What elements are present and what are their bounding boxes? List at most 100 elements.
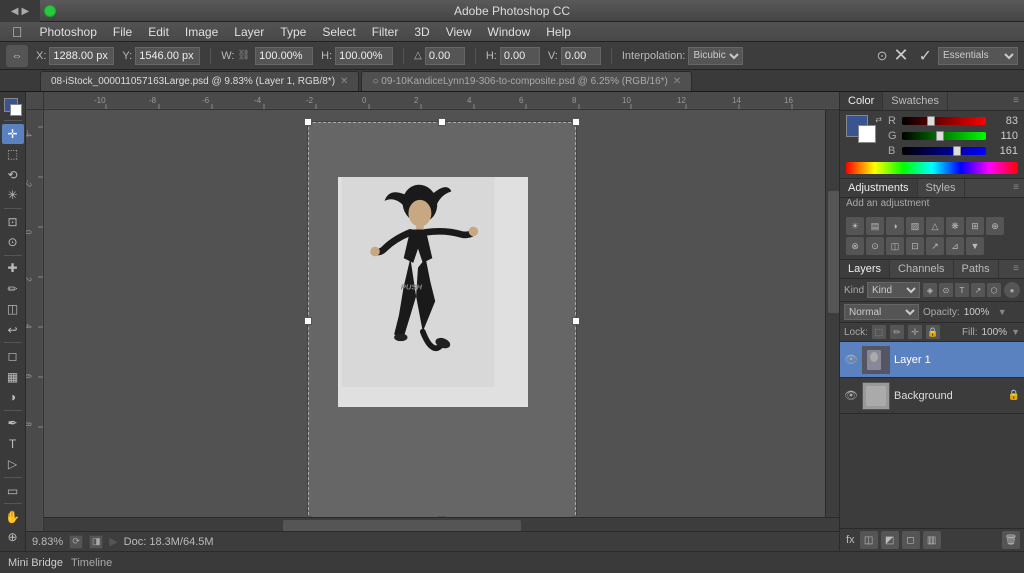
adj-colorbalance[interactable]: ⊞ [966,217,984,235]
transform-handle-top-center[interactable] [438,118,446,126]
options-icon1[interactable]: ⊙ [877,48,888,64]
filter-smart[interactable]: ⬡ [987,283,1001,297]
apple-menu[interactable]:  [4,24,31,40]
layer-fx-button[interactable]: fx [844,534,857,546]
crop-tool[interactable]: ⊡ [2,212,24,231]
adj-photo[interactable]: ⊗ [846,237,864,255]
menu-window[interactable]: Window [481,23,538,41]
g-slider-thumb[interactable] [936,131,944,141]
tab-swatches[interactable]: Swatches [883,92,948,110]
canvas-nav-btn-1[interactable]: ⟳ [69,535,83,549]
adj-brightness[interactable]: ☀ [846,217,864,235]
rotation-input[interactable] [425,47,465,65]
rectangle-tool[interactable]: ▭ [2,481,24,500]
menu-select[interactable]: Select [315,23,362,41]
layer1-visibility[interactable]: 👁 [844,353,858,367]
add-adjustment-button[interactable]: ◩ [881,531,899,549]
canvas-scrollbar-vertical[interactable] [825,110,839,517]
path-select-tool[interactable]: ▷ [2,454,24,473]
tab-close-2[interactable]: ✕ [673,76,681,87]
color-boxes[interactable]: ⇄ [846,115,882,151]
kind-select[interactable]: Kind [867,282,920,298]
transform-handle-top-left[interactable] [304,118,312,126]
menu-layer[interactable]: Layer [227,23,271,41]
dodge-tool[interactable]: ◑ [2,387,24,406]
tab-layers[interactable]: Layers [840,260,890,278]
adj-channel-mixer[interactable]: ⊙ [866,237,884,255]
blend-mode-select[interactable]: Normal [844,304,919,320]
marquee-tool[interactable]: ⬚ [2,145,24,164]
adj-exposure[interactable]: ▨ [906,217,924,235]
adj-bw[interactable]: ⊕ [986,217,1004,235]
canvas-area[interactable]: -10 -8 -6 -4 -2 0 2 4 6 8 10 12 14 16 [26,92,839,551]
filter-adjustment[interactable]: ⊙ [939,283,953,297]
eraser-tool[interactable]: ◻ [2,346,24,365]
history-brush-tool[interactable]: ↩ [2,320,24,339]
fill-dropdown[interactable]: ▼ [1011,327,1020,337]
add-layer-button[interactable]: ▥ [923,531,941,549]
color-spectrum[interactable] [846,162,1018,174]
menu-type[interactable]: Type [273,23,313,41]
layer-item-background[interactable]: 👁 Background 🔒 [840,378,1024,414]
w-input[interactable] [255,47,313,65]
h-input[interactable] [335,47,393,65]
y-input[interactable] [135,47,200,65]
gradient-tool[interactable]: ▦ [2,367,24,386]
tab-document-2[interactable]: ○ 09-10KandiceLynn19-306-to-composite.ps… [361,71,692,91]
canvas-document[interactable]: PUSH [44,110,839,531]
commit-transform-button[interactable]: ✓ [919,46,932,66]
tab-styles[interactable]: Styles [918,179,965,197]
maximize-button[interactable] [44,5,56,17]
workspace-select[interactable]: Essentials [938,47,1018,65]
tab-adjustments[interactable]: Adjustments [840,179,918,197]
menu-filter[interactable]: Filter [365,23,406,41]
g-slider-track[interactable] [902,132,986,140]
adj-invert[interactable]: ⊡ [906,237,924,255]
adj-threshold[interactable]: ⊿ [946,237,964,255]
menu-view[interactable]: View [439,23,479,41]
zoom-tool[interactable]: ⊕ [2,528,24,547]
canvas-scrollbar-horizontal[interactable] [44,517,839,531]
move-tool[interactable]: ✛ [2,124,24,143]
tab-paths[interactable]: Paths [954,260,999,278]
canvas-nav-btn-2[interactable]: ◨ [89,535,103,549]
add-group-button[interactable]: ◻ [902,531,920,549]
tab-arrow-right[interactable]: ▶ [22,6,30,17]
adj-posterize[interactable]: ↗ [926,237,944,255]
adj-color-lookup[interactable]: ◫ [886,237,904,255]
menu-help[interactable]: Help [539,23,578,41]
lock-pixels[interactable]: ⬚ [872,325,886,339]
pen-tool[interactable]: ✒ [2,414,24,433]
b-slider-thumb[interactable] [953,146,961,156]
lock-all[interactable]: 🔒 [926,325,940,339]
r-slider-track[interactable] [902,117,986,125]
background-color-swatch[interactable] [858,125,876,143]
healing-tool[interactable]: ✚ [2,259,24,278]
color-panel-menu[interactable]: ≡ [1008,92,1024,110]
tab-document-1[interactable]: 08-iStock_000011057163Large.psd @ 9.83% … [40,71,359,91]
x-input[interactable] [49,47,114,65]
filter-toggle[interactable]: ● [1004,282,1020,298]
clone-stamp-tool[interactable]: ◫ [2,300,24,319]
scrollbar-thumb-v[interactable] [828,191,839,313]
opacity-dropdown[interactable]: ▼ [998,307,1007,317]
menu-image[interactable]: Image [178,23,225,41]
menu-edit[interactable]: Edit [141,23,176,41]
skew-h-input[interactable] [500,47,540,65]
adj-gradient-map[interactable]: ▼ [966,237,984,255]
lasso-tool[interactable]: ⟲ [2,165,24,184]
filter-type[interactable]: T [955,283,969,297]
filter-pixel[interactable]: ◈ [923,283,937,297]
skew-v-input[interactable] [561,47,601,65]
adj-curves[interactable]: ◑ [886,217,904,235]
hand-tool[interactable]: ✋ [2,507,24,526]
adj-vibrance[interactable]: △ [926,217,944,235]
brush-tool[interactable]: ✏ [2,279,24,298]
r-slider-thumb[interactable] [927,116,935,126]
adjustments-panel-menu[interactable]: ≡ [1008,179,1024,197]
transform-handle-middle-left[interactable] [304,317,312,325]
tab-arrow-left[interactable]: ◀ [11,6,19,17]
type-tool[interactable]: T [2,434,24,453]
foreground-background-colors[interactable] [2,96,24,115]
menu-photoshop[interactable]: Photoshop [33,23,104,41]
